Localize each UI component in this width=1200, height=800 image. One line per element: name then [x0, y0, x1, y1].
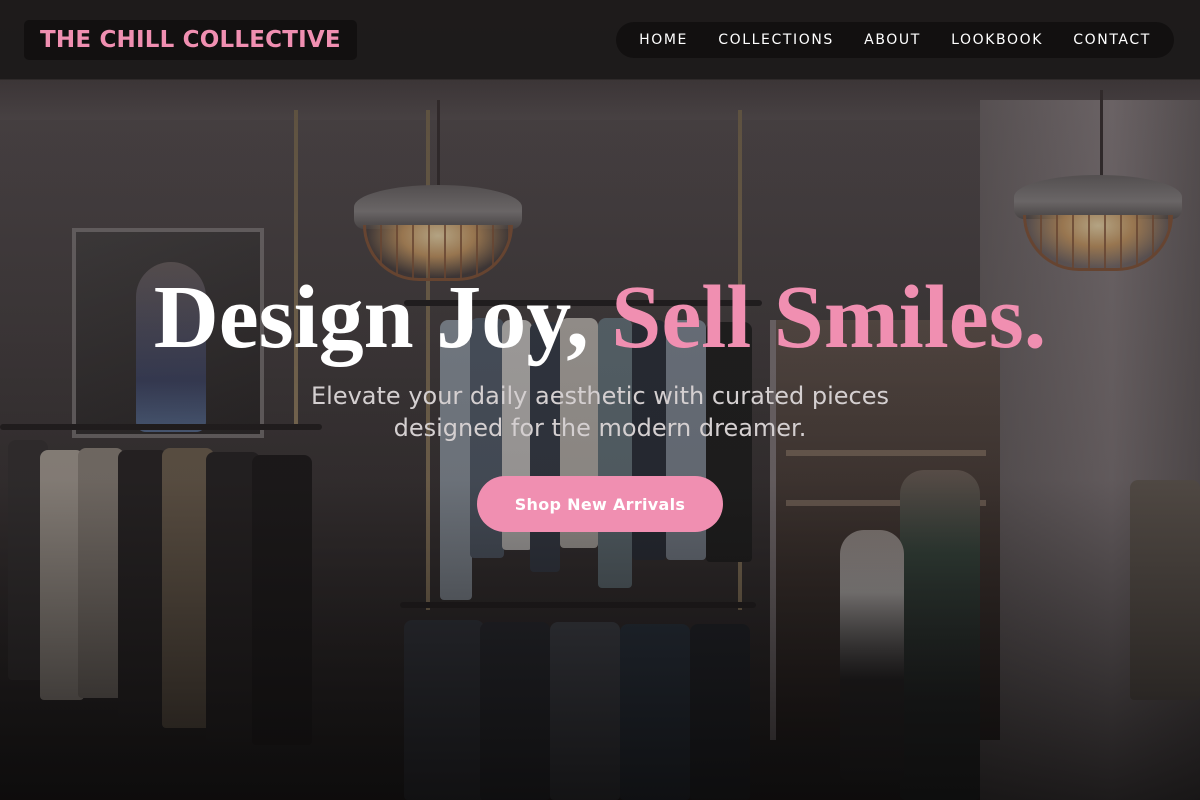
main-nav: HOME COLLECTIONS ABOUT LOOKBOOK CONTACT: [616, 22, 1174, 58]
brand-name[interactable]: THE CHILL COLLECTIVE: [40, 27, 341, 53]
site-header: THE CHILL COLLECTIVE HOME COLLECTIONS AB…: [0, 0, 1200, 80]
nav-collections-link[interactable]: COLLECTIONS: [718, 32, 834, 48]
nav-contact-link[interactable]: CONTACT: [1073, 32, 1151, 48]
hero-subtitle: Elevate your daily aesthetic with curate…: [311, 382, 889, 442]
brand-logo[interactable]: THE CHILL COLLECTIVE: [24, 20, 357, 60]
nav-about-link[interactable]: ABOUT: [864, 32, 921, 48]
nav-home-link[interactable]: HOME: [639, 32, 688, 48]
hero-title-main: Design Joy,: [153, 268, 589, 367]
shop-new-arrivals-button[interactable]: Shop New Arrivals: [477, 476, 723, 532]
hero-title-accent: Sell Smiles.: [611, 268, 1047, 367]
hero-title: Design Joy, Sell Smiles.: [0, 268, 1200, 368]
nav-lookbook-link[interactable]: LOOKBOOK: [951, 32, 1043, 48]
